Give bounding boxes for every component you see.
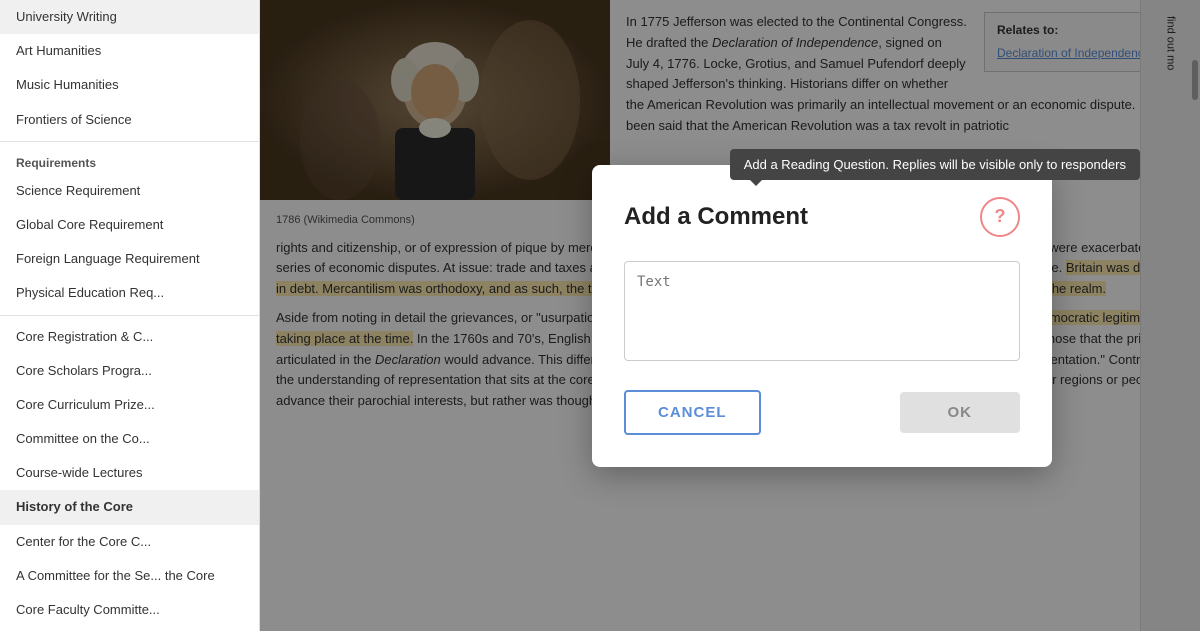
sidebar-item-art-humanities[interactable]: Art Humanities [0,34,259,68]
sidebar-item-committee[interactable]: Committee on the Co... [0,422,259,456]
sidebar: University Writing Art Humanities Music … [0,0,260,631]
sidebar-item-core-scholars[interactable]: Core Scholars Progra... [0,354,259,388]
sidebar-item-foreign-lang[interactable]: Foreign Language Requirement [0,242,259,276]
sidebar-item-lectures[interactable]: Course-wide Lectures [0,456,259,490]
sidebar-item-phys-ed[interactable]: Physical Education Req... [0,276,259,310]
sidebar-divider-2 [0,315,259,316]
help-icon-container: Add a Reading Question. Replies will be … [980,197,1020,237]
sidebar-item-history-core[interactable]: History of the Core [0,490,259,524]
main-content: Relates to: Declaration of Independence … [260,0,1200,631]
sidebar-item-frontiers-of-science[interactable]: Frontiers of Science [0,103,259,137]
ok-button[interactable]: OK [900,392,1021,433]
cancel-button[interactable]: CANCEL [624,390,761,435]
sidebar-item-science-req[interactable]: Science Requirement [0,174,259,208]
sidebar-item-committee-se[interactable]: A Committee for the Se... the Core [0,559,259,593]
sidebar-item-center-core[interactable]: Center for the Core C... [0,525,259,559]
sidebar-item-faculty[interactable]: Core Faculty Committe... [0,593,259,627]
sidebar-item-global-core[interactable]: Global Core Requirement [0,208,259,242]
sidebar-section-requirements: Requirements [0,146,259,174]
add-comment-modal: Add a Comment Add a Reading Question. Re… [592,165,1052,467]
sidebar-divider-1 [0,141,259,142]
sidebar-item-core-prize[interactable]: Core Curriculum Prize... [0,388,259,422]
modal-buttons: CANCEL OK [624,390,1020,435]
help-icon-button[interactable] [980,197,1020,237]
modal-header: Add a Comment Add a Reading Question. Re… [624,197,1020,237]
sidebar-item-music-humanities[interactable]: Music Humanities [0,68,259,102]
comment-text-input[interactable] [624,261,1020,361]
sidebar-item-university-writing[interactable]: University Writing [0,0,259,34]
sidebar-item-core-reg[interactable]: Core Registration & C... [0,320,259,354]
modal-title: Add a Comment [624,203,808,231]
page-wrapper: University Writing Art Humanities Music … [0,0,1200,631]
